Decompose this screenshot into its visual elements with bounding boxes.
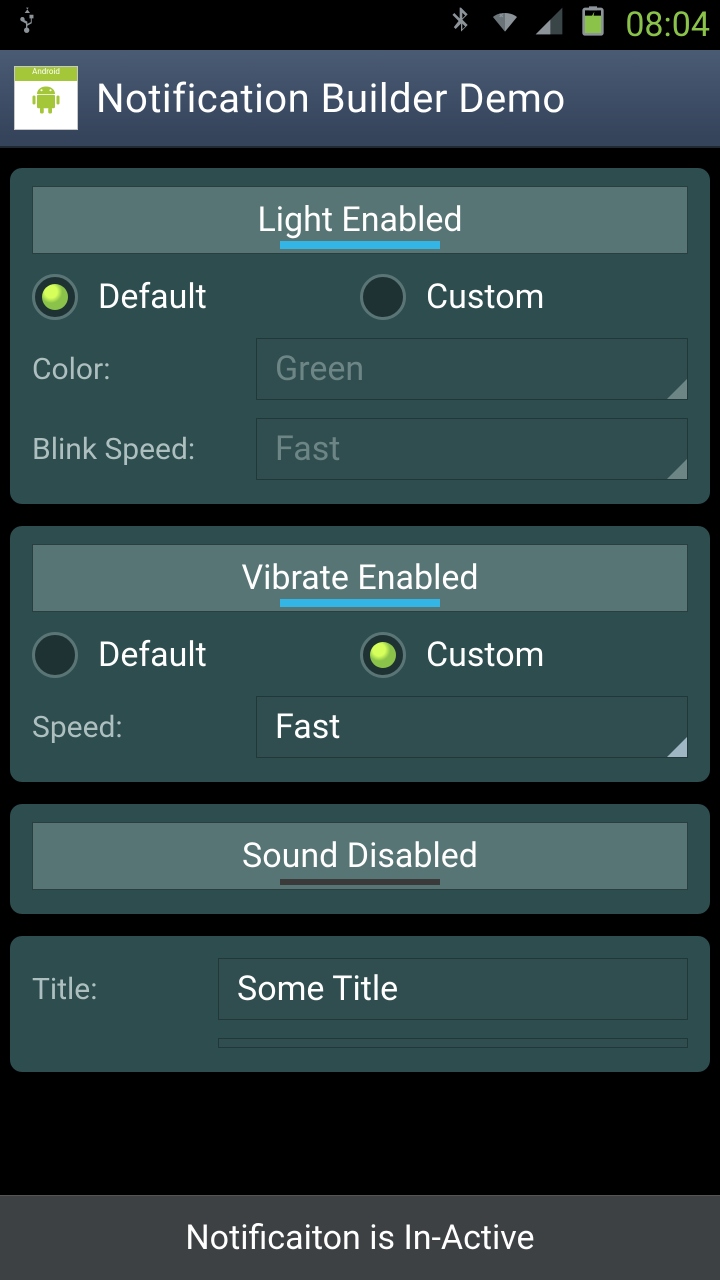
chevron-down-icon [667, 737, 687, 757]
radio-label: Default [98, 635, 207, 675]
light-card: Light Enabled Default Custom Color: Gree… [10, 168, 710, 504]
title-value: Some Title [237, 969, 398, 1009]
usb-icon [10, 5, 42, 45]
signal-icon [533, 5, 565, 45]
light-color-dropdown[interactable]: Green [256, 338, 688, 400]
wifi-icon [489, 5, 521, 45]
status-clock: 08:04 [625, 5, 710, 45]
light-blink-dropdown[interactable]: Fast [256, 418, 688, 480]
dropdown-value: Green [275, 349, 364, 389]
vibrate-speed-label: Speed: [32, 710, 240, 745]
notification-status-text: Notificaiton is In-Active [185, 1218, 534, 1258]
dropdown-value: Fast [275, 707, 340, 747]
chevron-down-icon [667, 459, 687, 479]
status-bar: 08:04 [0, 0, 720, 50]
light-radio-default[interactable]: Default [32, 274, 360, 320]
title-field-label: Title: [32, 972, 202, 1007]
chevron-down-icon [667, 379, 687, 399]
app-icon: Android [14, 66, 78, 130]
sound-toggle-label: Sound Disabled [242, 836, 478, 876]
bluetooth-icon [445, 5, 477, 45]
vibrate-radio-default[interactable]: Default [32, 632, 360, 678]
light-color-label: Color: [32, 352, 240, 387]
radio-label: Custom [426, 277, 544, 317]
notification-status-bar[interactable]: Notificaiton is In-Active [0, 1195, 720, 1280]
radio-label: Default [98, 277, 207, 317]
radio-icon [32, 632, 78, 678]
battery-charging-icon [577, 5, 609, 45]
light-blink-label: Blink Speed: [32, 432, 240, 467]
vibrate-toggle[interactable]: Vibrate Enabled [32, 544, 688, 612]
light-toggle[interactable]: Light Enabled [32, 186, 688, 254]
vibrate-speed-dropdown[interactable]: Fast [256, 696, 688, 758]
radio-icon [360, 632, 406, 678]
title-input[interactable]: Some Title [218, 958, 688, 1020]
content-scroll[interactable]: Light Enabled Default Custom Color: Gree… [0, 150, 720, 1195]
radio-label: Custom [426, 635, 544, 675]
vibrate-radio-custom[interactable]: Custom [360, 632, 688, 678]
hidden-input[interactable] [218, 1038, 688, 1048]
vibrate-toggle-label: Vibrate Enabled [241, 558, 478, 598]
sound-toggle[interactable]: Sound Disabled [32, 822, 688, 890]
vibrate-card: Vibrate Enabled Default Custom Speed: Fa… [10, 526, 710, 782]
dropdown-value: Fast [275, 429, 340, 469]
title-card: Title: Some Title [10, 936, 710, 1072]
action-bar: Android Notification Builder Demo [0, 50, 720, 148]
radio-icon [32, 274, 78, 320]
sound-card: Sound Disabled [10, 804, 710, 914]
light-toggle-label: Light Enabled [257, 200, 462, 240]
radio-icon [360, 274, 406, 320]
page-title: Notification Builder Demo [96, 75, 566, 122]
light-radio-custom[interactable]: Custom [360, 274, 688, 320]
